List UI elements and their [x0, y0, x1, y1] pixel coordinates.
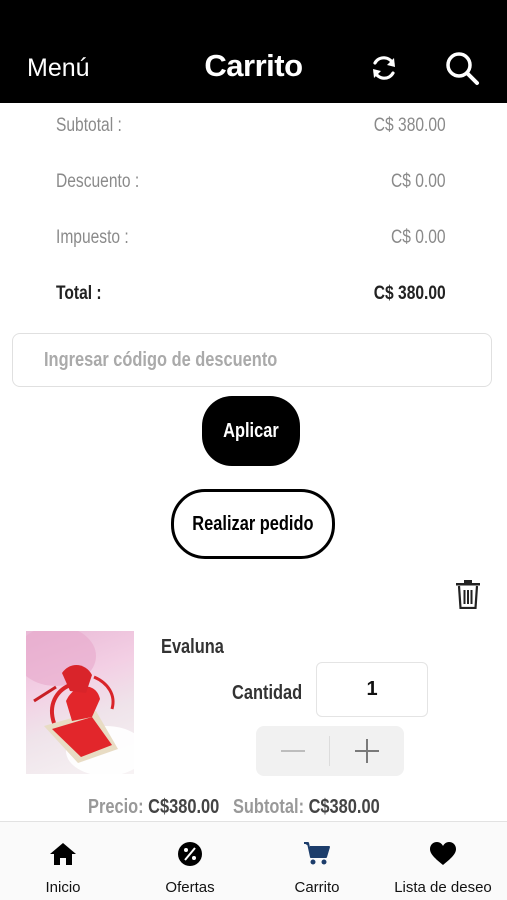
- total-label: Total :: [56, 283, 102, 304]
- tab-lista-de-deseo[interactable]: Lista de deseo: [380, 822, 506, 900]
- place-order-button[interactable]: Realizar pedido: [171, 489, 335, 559]
- increment-button[interactable]: [330, 726, 404, 776]
- sandal-illustration: [26, 631, 134, 774]
- subtotal-label: Subtotal :: [56, 115, 122, 136]
- discount-value: C$ 0.00: [391, 171, 446, 192]
- quantity-label-text: Cantidad: [232, 682, 303, 704]
- tab-lista-de-deseo-label: Lista de deseo: [394, 879, 492, 896]
- item-subtotal-value: C$380.00: [308, 796, 380, 818]
- total-row: Total : C$ 380.00: [56, 283, 446, 305]
- discount-code-placeholder: Ingresar código de descuento: [44, 348, 278, 371]
- decrement-button[interactable]: [256, 726, 330, 776]
- tax-row: Impuesto : C$ 0.00: [56, 227, 446, 249]
- minus-icon: [281, 750, 305, 752]
- trash-icon[interactable]: [455, 579, 481, 609]
- product-image[interactable]: [26, 631, 134, 774]
- price-label: Precio:: [88, 796, 144, 818]
- refresh-icon[interactable]: [369, 53, 399, 83]
- bottom-tab-bar: Inicio Ofertas Carrito Lista de deseo: [0, 821, 507, 900]
- tab-inicio-label: Inicio: [45, 879, 81, 896]
- product-name: Evaluna: [161, 636, 238, 659]
- product-name-text: Evaluna: [161, 636, 224, 658]
- tab-carrito-label: Carrito: [294, 879, 340, 896]
- discount-label: Descuento :: [56, 171, 140, 192]
- subtotal-value: C$ 380.00: [374, 115, 446, 136]
- cart-icon: [304, 842, 330, 865]
- price-value: C$380.00: [148, 796, 220, 818]
- discount-code-input[interactable]: Ingresar código de descuento: [12, 333, 492, 387]
- place-order-label: Realizar pedido: [192, 512, 314, 535]
- total-value: C$ 380.00: [374, 283, 446, 304]
- plus-icon: [355, 739, 379, 763]
- tab-inicio[interactable]: Inicio: [0, 822, 126, 900]
- apply-button[interactable]: Aplicar: [202, 396, 300, 466]
- tab-ofertas-label: Ofertas: [165, 879, 215, 896]
- page-title: Carrito: [204, 48, 303, 83]
- discount-row: Descuento : C$ 0.00: [56, 171, 446, 193]
- subtotal-row: Subtotal : C$ 380.00: [56, 115, 446, 137]
- item-subtotal-label: Subtotal:: [232, 796, 305, 818]
- tax-label: Impuesto :: [56, 227, 129, 248]
- heart-icon: [430, 842, 456, 865]
- discount-badge-icon: [178, 842, 202, 866]
- search-icon[interactable]: [444, 50, 480, 86]
- tab-carrito[interactable]: Carrito: [254, 822, 380, 900]
- tab-ofertas[interactable]: Ofertas: [127, 822, 253, 900]
- quantity-label: Cantidad: [232, 682, 318, 705]
- apply-button-label: Aplicar: [223, 419, 279, 442]
- price-line: Precio: C$380.00 Subtotal: C$380.00: [88, 796, 444, 819]
- home-icon: [50, 843, 76, 865]
- quantity-stepper: [256, 726, 404, 776]
- quantity-field[interactable]: 1: [316, 662, 428, 717]
- top-bar: Menú Carrito: [0, 0, 507, 103]
- tax-value: C$ 0.00: [391, 227, 446, 248]
